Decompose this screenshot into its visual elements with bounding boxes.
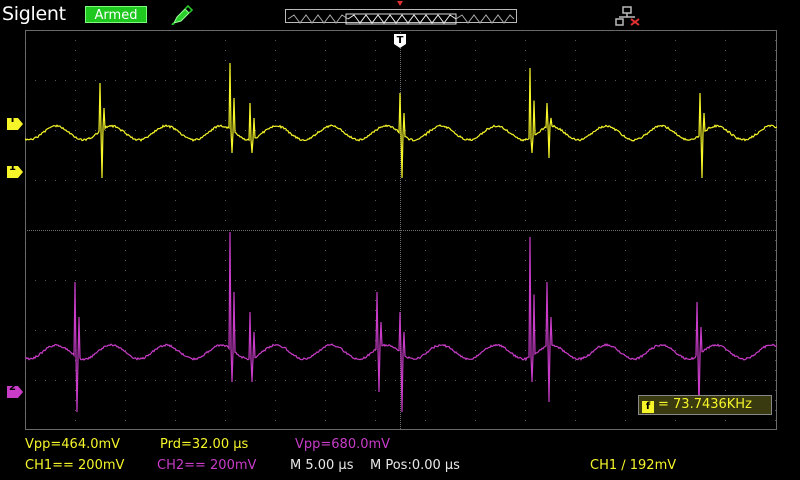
frequency-value: = 73.7436KHz (658, 397, 752, 412)
ch2-vpp-measurement: Vpp=680.0mV (295, 437, 390, 452)
horizontal-position-setting[interactable]: M Pos:0.00 µs (370, 458, 460, 473)
probe-pen-icon (170, 5, 194, 25)
period-measurement: Prd=32.00 µs (160, 437, 248, 452)
waveform-display-grid (25, 30, 777, 430)
trigger-position-arrow-icon (397, 1, 403, 6)
trigger-setting[interactable]: CH1 ∕ 192mV (590, 458, 676, 473)
ch1-scale-setting[interactable]: CH1== 200mV (25, 458, 124, 473)
trigger-time-marker-icon[interactable]: T (393, 33, 407, 49)
frequency-counter-readout[interactable]: f = 73.7436KHz (638, 395, 772, 415)
ch2-scale-setting[interactable]: CH2== 200mV (157, 458, 256, 473)
acquisition-status-badge: Armed (85, 6, 147, 23)
ch2-offset-label: 2 (7, 382, 18, 394)
usb-disconnected-icon (614, 6, 640, 26)
ch1-trigger-level-marker[interactable]: T (7, 115, 23, 127)
ch1-offset-marker[interactable]: 1 (7, 163, 23, 175)
ch1-offset-label: 1 (7, 162, 18, 174)
waveform-memory-overview[interactable] (285, 9, 517, 23)
top-status-bar: Siglent Armed (0, 0, 800, 30)
timebase-setting[interactable]: M 5.00 µs (290, 458, 353, 473)
frequency-icon: f (642, 401, 654, 413)
bottom-info-bar: Vpp=464.0mV Prd=32.00 µs Vpp=680.0mV CH1… (0, 430, 800, 480)
svg-text:T: T (397, 35, 404, 46)
ch2-offset-marker[interactable]: 2 (7, 383, 23, 395)
ch1-trigger-level-label: T (7, 114, 18, 126)
ch1-vpp-measurement: Vpp=464.0mV (25, 437, 120, 452)
brand-logo: Siglent (2, 3, 66, 25)
